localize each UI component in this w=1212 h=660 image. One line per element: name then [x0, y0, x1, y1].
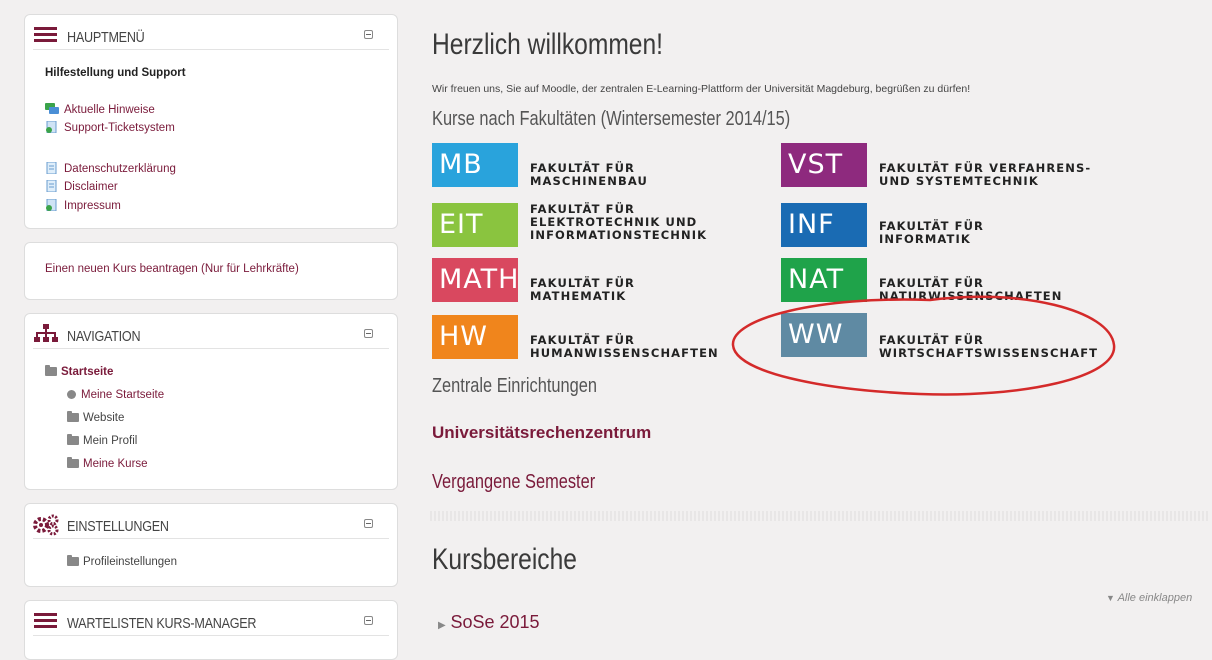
gears-icon	[33, 514, 61, 541]
document-icon	[45, 161, 59, 175]
waitlist-block: Wartelisten Kurs-Manager	[24, 600, 398, 660]
faculty-tile: INF	[781, 203, 867, 247]
waitlist-title: Wartelisten Kurs-Manager	[67, 615, 257, 632]
settings-title: Einstellungen	[67, 518, 169, 535]
dot-icon	[67, 390, 76, 399]
collapse-block-icon[interactable]	[364, 616, 373, 625]
menu-item-impressum[interactable]: Impressum	[45, 198, 121, 212]
faculty-tile: NAT	[781, 258, 867, 302]
nav-item-meine-kurse[interactable]: Meine Kurse	[67, 457, 148, 470]
faculty-tile: WW	[781, 313, 867, 357]
faculty-label: FAKULTÄT FÜR INFORMATIK	[879, 219, 984, 246]
faculty-tile: HW	[432, 315, 518, 359]
menu-item-disclaimer[interactable]: Disclaimer	[45, 179, 118, 193]
menu-item-support-ticketsystem[interactable]: Support-Ticketsystem	[45, 120, 175, 134]
caret-right-icon: ▶	[438, 620, 446, 631]
menu-item-label: Disclaimer	[64, 181, 118, 193]
urz-link[interactable]: Universitätsrechenzentrum	[432, 423, 651, 443]
settings-item-label: Profileinstellungen	[83, 556, 177, 568]
nav-startseite[interactable]: Startseite	[45, 365, 114, 378]
course-areas-heading: Kursbereiche	[432, 543, 577, 576]
support-section-heading: Hilfestellung und Support	[45, 67, 186, 79]
faculties-heading: Kurse nach Fakultäten (Wintersemester 20…	[432, 108, 791, 130]
welcome-text: Wir freuen uns, Sie auf Moodle, der zent…	[432, 83, 971, 95]
course-area-label: SoSe 2015	[450, 612, 540, 632]
nav-item-meine-startseite[interactable]: Meine Startseite	[67, 389, 164, 401]
navigation-header[interactable]: Navigation	[33, 324, 389, 349]
navigation-block: Navigation Startseite Meine Startseite W…	[24, 313, 398, 490]
settings-header[interactable]: Einstellungen	[33, 514, 389, 539]
faculty-label: FAKULTÄT FÜR MASCHINENBAU	[530, 161, 648, 188]
page-icon	[45, 120, 59, 134]
collapse-block-icon[interactable]	[364, 30, 373, 39]
menu-item-datenschutz[interactable]: Datenschutzerklärung	[45, 161, 176, 175]
nav-item-label: Meine Kurse	[83, 458, 148, 470]
main-menu-header[interactable]: Hauptmenü	[33, 25, 389, 50]
menu-item-label: Support-Ticketsystem	[64, 122, 175, 134]
faculty-tile: MB	[432, 143, 518, 187]
faculty-label: FAKULTÄT FÜR MATHEMATIK	[530, 276, 635, 303]
nav-startseite-label: Startseite	[61, 366, 114, 378]
collapse-all-toggle[interactable]: ▼ Alle einklappen	[1106, 592, 1192, 604]
faculty-label: FAKULTÄT FÜR WIRTSCHAFTSWISSENSCHAFT	[879, 333, 1099, 360]
caret-down-icon: ▼	[1106, 593, 1115, 603]
nav-item-label: Website	[83, 412, 125, 424]
request-course-block: Einen neuen Kurs beantragen (Nur für Leh…	[24, 242, 398, 300]
folder-icon	[67, 411, 79, 422]
welcome-title: Herzlich willkommen!	[432, 28, 664, 61]
folder-icon	[45, 365, 57, 376]
nav-item-label: Mein Profil	[83, 435, 138, 447]
collapse-all-label: Alle einklappen	[1117, 592, 1193, 604]
collapse-block-icon[interactable]	[364, 329, 373, 338]
document-icon	[45, 179, 59, 193]
chat-icon	[45, 103, 59, 115]
nav-item-label: Meine Startseite	[81, 389, 165, 401]
hamburger-icon	[33, 25, 59, 48]
menu-item-label: Aktuelle Hinweise	[64, 104, 155, 116]
faculty-label: FAKULTÄT FÜR NATURWISSENSCHAFTEN	[879, 276, 1063, 303]
faculty-tile: EIT	[432, 203, 518, 247]
past-semesters-link[interactable]: Vergangene Semester	[432, 471, 595, 494]
menu-item-aktuelle-hinweise[interactable]: Aktuelle Hinweise	[45, 103, 155, 116]
faculty-tile: VST	[781, 143, 867, 187]
faculty-label: FAKULTÄT FÜR ELEKTROTECHNIK UND INFORMATIO…	[530, 202, 708, 242]
request-course-link[interactable]: Einen neuen Kurs beantragen (Nur für Leh…	[45, 263, 299, 275]
main-menu-block: Hauptmenü Hilfestellung und Support Aktu…	[24, 14, 398, 229]
folder-icon	[67, 434, 79, 445]
settings-item-profileinstellungen[interactable]: Profileinstellungen	[67, 555, 177, 568]
menu-item-label: Datenschutzerklärung	[64, 163, 176, 175]
folder-icon	[67, 555, 79, 566]
folder-icon	[67, 457, 79, 468]
course-area-sose2015[interactable]: ▶ SoSe 2015	[438, 612, 540, 633]
waitlist-header[interactable]: Wartelisten Kurs-Manager	[33, 611, 389, 636]
settings-block: Einstellungen Profileinstellungen	[24, 503, 398, 587]
collapse-block-icon[interactable]	[364, 519, 373, 528]
faculty-label: FAKULTÄT FÜR VERFAHRENS- UND SYSTEMTECHNI…	[879, 161, 1092, 188]
nav-item-website[interactable]: Website	[67, 411, 125, 424]
navigation-title: Navigation	[67, 328, 141, 345]
main-menu-title: Hauptmenü	[67, 29, 145, 46]
section-divider	[430, 511, 1208, 521]
faculty-tile: MATH	[432, 258, 518, 302]
sitemap-icon	[33, 324, 59, 349]
menu-item-label: Impressum	[64, 200, 121, 212]
central-heading: Zentrale Einrichtungen	[432, 375, 598, 397]
faculty-label: FAKULTÄT FÜR HUMANWISSENSCHAFTEN	[530, 333, 719, 360]
page-icon	[45, 198, 59, 212]
nav-item-mein-profil[interactable]: Mein Profil	[67, 434, 138, 447]
